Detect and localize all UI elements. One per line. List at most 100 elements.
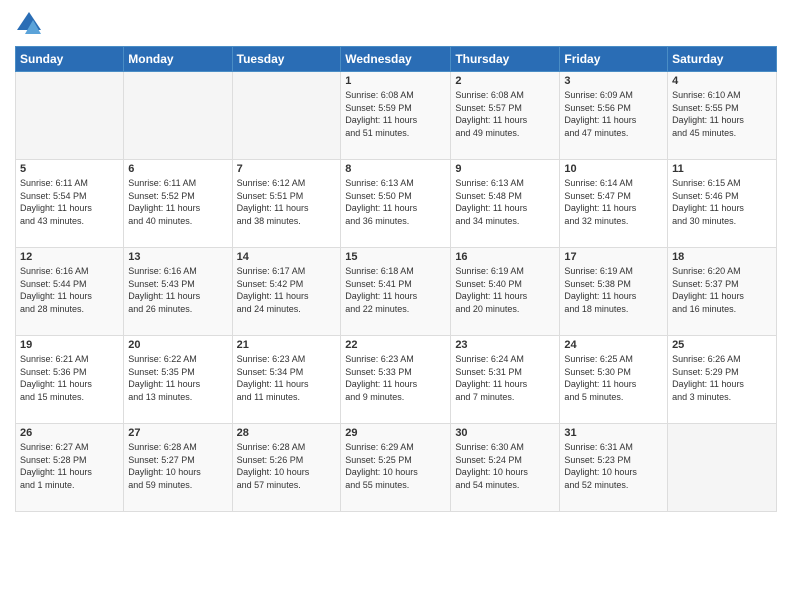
day-number: 5 [20, 163, 119, 175]
calendar-cell: 1 Sunrise: 6:08 AM Sunset: 5:59 PM Daylig… [341, 72, 451, 160]
day-info: Sunrise: 6:20 AM Sunset: 5:37 PM Dayligh… [672, 265, 772, 315]
day-number: 3 [564, 75, 663, 87]
calendar-cell: 13 Sunrise: 6:16 AM Sunset: 5:43 PM Dayli… [124, 248, 232, 336]
calendar-cell: 24Sunrise: 6:25 AM Sunset: 5:30 PM Dayli… [560, 336, 668, 424]
day-info: Sunrise: 6:29 AM Sunset: 5:25 PM Dayligh… [345, 441, 446, 491]
day-info: Sunrise: 6:22 AM Sunset: 5:35 PM Dayligh… [128, 353, 227, 403]
calendar-cell: 22Sunrise: 6:23 AM Sunset: 5:33 PM Dayli… [341, 336, 451, 424]
day-number: 2 [455, 75, 555, 87]
day-number: 1 [345, 75, 446, 87]
logo [15, 10, 47, 38]
weekday-header: Friday [560, 47, 668, 72]
calendar-cell: 28 Sunrise: 6:28 AM Sunset: 5:26 PM Dayli… [232, 424, 341, 512]
calendar-cell: 7Sunrise: 6:12 AM Sunset: 5:51 PM Daylig… [232, 160, 341, 248]
day-number: 8 [345, 163, 446, 175]
day-number: 27 [128, 427, 227, 439]
day-number: 31 [564, 427, 663, 439]
day-number: 17 [564, 251, 663, 263]
day-info: Sunrise: 6:13 AM Sunset: 5:50 PM Dayligh… [345, 177, 446, 227]
day-number: 24 [564, 339, 663, 351]
day-number: 28 [237, 427, 337, 439]
day-info: Sunrise: 6:08 AM Sunset: 5:57 PM Dayligh… [455, 89, 555, 139]
day-number: 13 [128, 251, 227, 263]
day-number: 4 [672, 75, 772, 87]
day-info: Sunrise: 6:08 AM Sunset: 5:59 PM Dayligh… [345, 89, 446, 139]
day-info: Sunrise: 6:30 AM Sunset: 5:24 PM Dayligh… [455, 441, 555, 491]
weekday-header: Wednesday [341, 47, 451, 72]
calendar-table: SundayMondayTuesdayWednesdayThursdayFrid… [15, 46, 777, 512]
day-info: Sunrise: 6:10 AM Sunset: 5:55 PM Dayligh… [672, 89, 772, 139]
day-number: 30 [455, 427, 555, 439]
calendar-cell: 21Sunrise: 6:23 AM Sunset: 5:34 PM Dayli… [232, 336, 341, 424]
day-number: 20 [128, 339, 227, 351]
day-number: 25 [672, 339, 772, 351]
day-number: 10 [564, 163, 663, 175]
day-info: Sunrise: 6:18 AM Sunset: 5:41 PM Dayligh… [345, 265, 446, 315]
calendar-cell: 4 Sunrise: 6:10 AM Sunset: 5:55 PM Daylig… [668, 72, 777, 160]
weekday-header: Tuesday [232, 47, 341, 72]
day-number: 7 [237, 163, 337, 175]
calendar-cell: 27Sunrise: 6:28 AM Sunset: 5:27 PM Dayli… [124, 424, 232, 512]
day-number: 22 [345, 339, 446, 351]
day-info: Sunrise: 6:13 AM Sunset: 5:48 PM Dayligh… [455, 177, 555, 227]
logo-icon [15, 10, 43, 38]
day-number: 15 [345, 251, 446, 263]
calendar-cell: 12 Sunrise: 6:16 AM Sunset: 5:44 PM Dayli… [16, 248, 124, 336]
day-number: 29 [345, 427, 446, 439]
calendar-cell: 8 Sunrise: 6:13 AM Sunset: 5:50 PM Daylig… [341, 160, 451, 248]
calendar-cell: 6 Sunrise: 6:11 AM Sunset: 5:52 PM Daylig… [124, 160, 232, 248]
calendar-cell: 9 Sunrise: 6:13 AM Sunset: 5:48 PM Daylig… [451, 160, 560, 248]
day-number: 9 [455, 163, 555, 175]
day-number: 18 [672, 251, 772, 263]
calendar-week-row: 26 Sunrise: 6:27 AM Sunset: 5:28 PM Dayli… [16, 424, 777, 512]
day-info: Sunrise: 6:24 AM Sunset: 5:31 PM Dayligh… [455, 353, 555, 403]
calendar-cell: 31 Sunrise: 6:31 AM Sunset: 5:23 PM Dayli… [560, 424, 668, 512]
day-number: 16 [455, 251, 555, 263]
calendar-cell: 5 Sunrise: 6:11 AM Sunset: 5:54 PM Daylig… [16, 160, 124, 248]
day-number: 21 [237, 339, 337, 351]
calendar-cell: 26 Sunrise: 6:27 AM Sunset: 5:28 PM Dayli… [16, 424, 124, 512]
calendar-cell: 23 Sunrise: 6:24 AM Sunset: 5:31 PM Dayli… [451, 336, 560, 424]
day-info: Sunrise: 6:31 AM Sunset: 5:23 PM Dayligh… [564, 441, 663, 491]
day-number: 26 [20, 427, 119, 439]
day-info: Sunrise: 6:19 AM Sunset: 5:38 PM Dayligh… [564, 265, 663, 315]
calendar-header-row: SundayMondayTuesdayWednesdayThursdayFrid… [16, 47, 777, 72]
calendar-cell: 29 Sunrise: 6:29 AM Sunset: 5:25 PM Dayli… [341, 424, 451, 512]
weekday-header: Monday [124, 47, 232, 72]
calendar-cell [16, 72, 124, 160]
calendar-cell: 25Sunrise: 6:26 AM Sunset: 5:29 PM Dayli… [668, 336, 777, 424]
calendar-week-row: 5 Sunrise: 6:11 AM Sunset: 5:54 PM Daylig… [16, 160, 777, 248]
calendar-cell: 2 Sunrise: 6:08 AM Sunset: 5:57 PM Daylig… [451, 72, 560, 160]
day-number: 23 [455, 339, 555, 351]
calendar-cell: 16Sunrise: 6:19 AM Sunset: 5:40 PM Dayli… [451, 248, 560, 336]
calendar-week-row: 12 Sunrise: 6:16 AM Sunset: 5:44 PM Dayli… [16, 248, 777, 336]
calendar-cell: 19Sunrise: 6:21 AM Sunset: 5:36 PM Dayli… [16, 336, 124, 424]
day-number: 12 [20, 251, 119, 263]
weekday-header: Sunday [16, 47, 124, 72]
day-info: Sunrise: 6:28 AM Sunset: 5:26 PM Dayligh… [237, 441, 337, 491]
calendar-cell: 10Sunrise: 6:14 AM Sunset: 5:47 PM Dayli… [560, 160, 668, 248]
calendar-cell: 3 Sunrise: 6:09 AM Sunset: 5:56 PM Daylig… [560, 72, 668, 160]
day-info: Sunrise: 6:16 AM Sunset: 5:44 PM Dayligh… [20, 265, 119, 315]
calendar-cell: 15 Sunrise: 6:18 AM Sunset: 5:41 PM Dayli… [341, 248, 451, 336]
day-info: Sunrise: 6:11 AM Sunset: 5:52 PM Dayligh… [128, 177, 227, 227]
day-number: 6 [128, 163, 227, 175]
calendar-cell: 11Sunrise: 6:15 AM Sunset: 5:46 PM Dayli… [668, 160, 777, 248]
day-info: Sunrise: 6:11 AM Sunset: 5:54 PM Dayligh… [20, 177, 119, 227]
day-info: Sunrise: 6:16 AM Sunset: 5:43 PM Dayligh… [128, 265, 227, 315]
page: SundayMondayTuesdayWednesdayThursdayFrid… [0, 0, 792, 612]
calendar-cell [124, 72, 232, 160]
calendar-cell [668, 424, 777, 512]
day-info: Sunrise: 6:09 AM Sunset: 5:56 PM Dayligh… [564, 89, 663, 139]
day-info: Sunrise: 6:27 AM Sunset: 5:28 PM Dayligh… [20, 441, 119, 491]
calendar-cell [232, 72, 341, 160]
day-number: 14 [237, 251, 337, 263]
day-info: Sunrise: 6:17 AM Sunset: 5:42 PM Dayligh… [237, 265, 337, 315]
weekday-header: Thursday [451, 47, 560, 72]
calendar-cell: 30 Sunrise: 6:30 AM Sunset: 5:24 PM Dayli… [451, 424, 560, 512]
calendar-cell: 14 Sunrise: 6:17 AM Sunset: 5:42 PM Dayli… [232, 248, 341, 336]
calendar-cell: 20 Sunrise: 6:22 AM Sunset: 5:35 PM Dayli… [124, 336, 232, 424]
day-number: 11 [672, 163, 772, 175]
weekday-header: Saturday [668, 47, 777, 72]
day-number: 19 [20, 339, 119, 351]
